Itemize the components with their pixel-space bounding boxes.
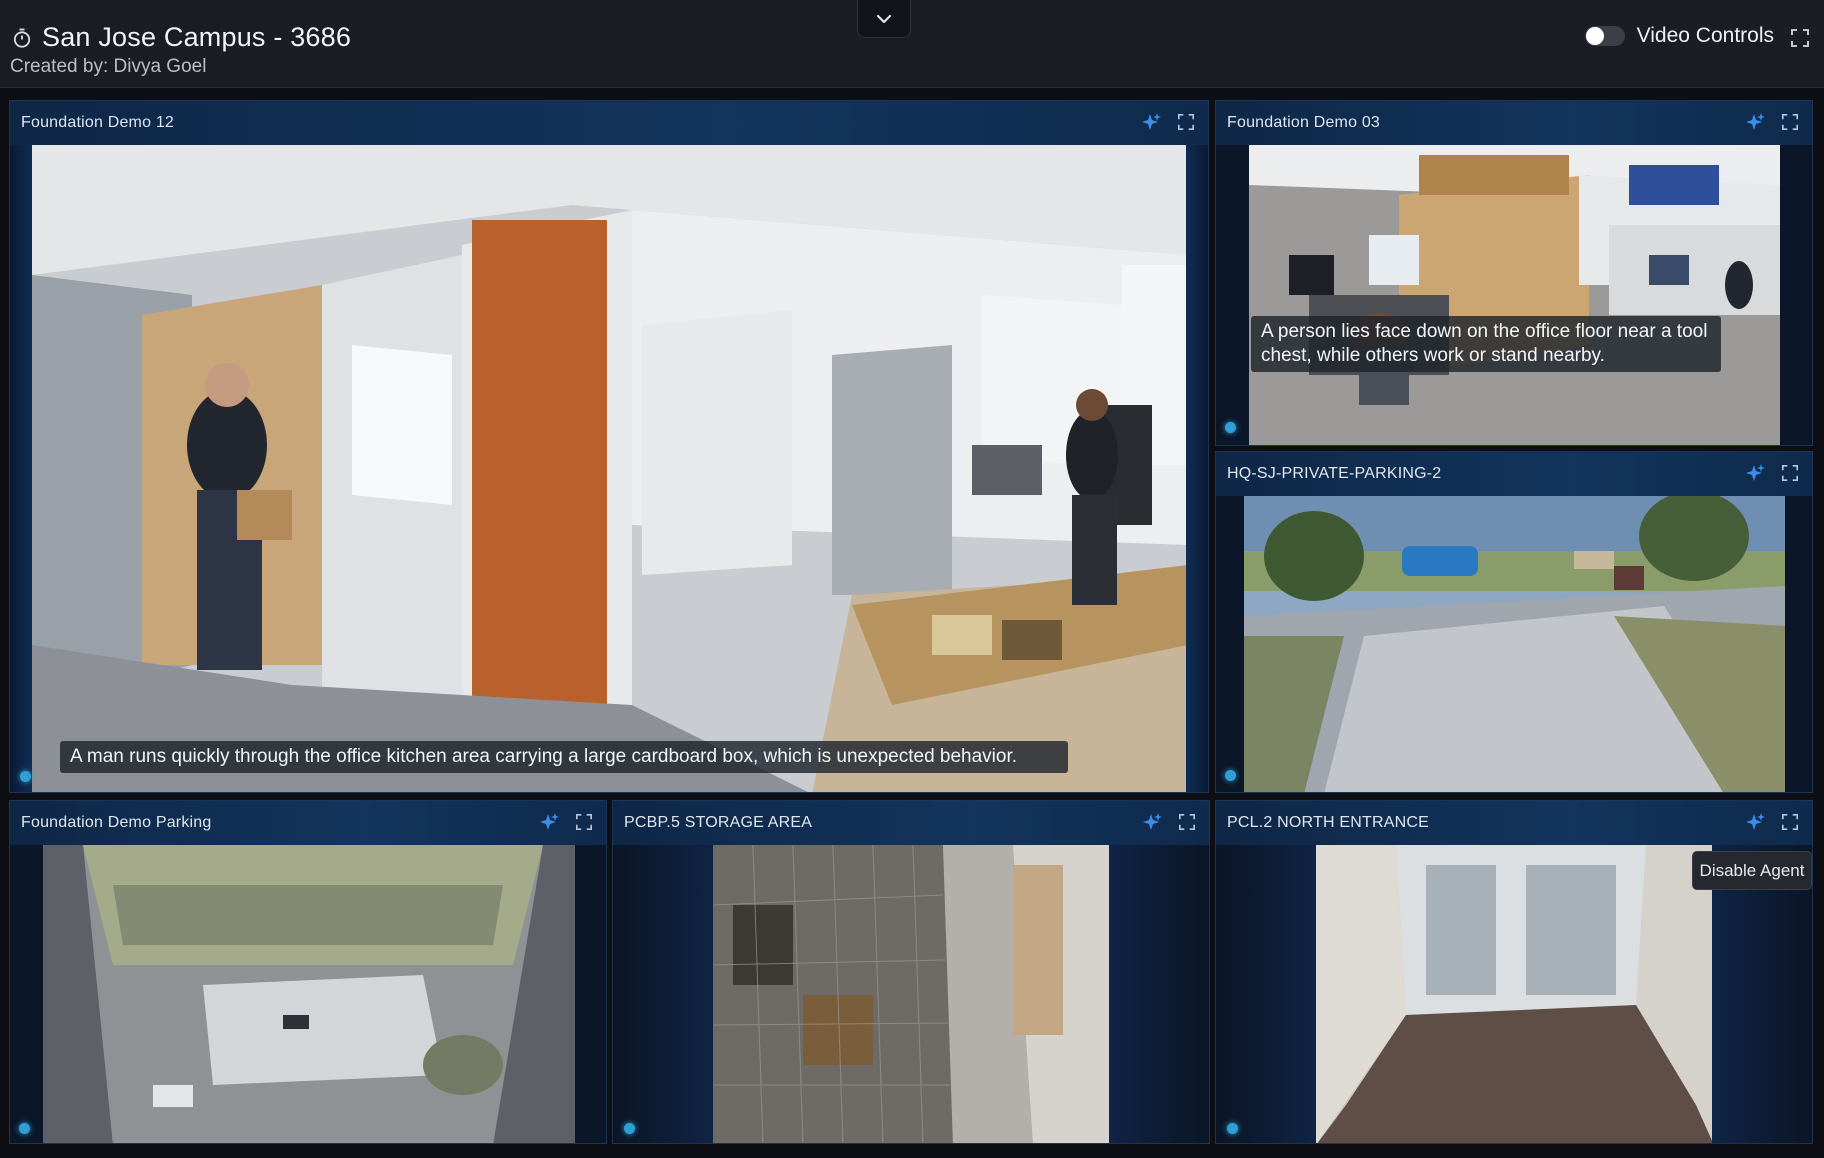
- ai-caption: A person lies face down on the office fl…: [1251, 316, 1721, 372]
- camera-name: HQ-SJ-PRIVATE-PARKING-2: [1227, 465, 1442, 482]
- fullscreen-icon[interactable]: [1790, 28, 1810, 48]
- panel-edge: [613, 845, 713, 1143]
- panel-header: PCL.2 NORTH ENTRANCE: [1216, 801, 1812, 845]
- created-by-label: Created by: Divya Goel: [10, 56, 207, 77]
- office-kitchen-scene: [32, 145, 1188, 792]
- chevron-down-icon: [876, 14, 892, 23]
- panel-header: HQ-SJ-PRIVATE-PARKING-2: [1216, 452, 1812, 496]
- panel-header: Foundation Demo Parking: [10, 801, 606, 845]
- camera-name: Foundation Demo Parking: [21, 814, 212, 831]
- office-floor-scene: [1249, 145, 1780, 445]
- camera-panel-foundation-demo-03[interactable]: Foundation Demo 03 A person lies face do…: [1215, 100, 1813, 446]
- fullscreen-icon[interactable]: [1176, 112, 1196, 132]
- panel-header: Foundation Demo 03: [1216, 101, 1812, 145]
- live-indicator: [624, 1123, 635, 1134]
- video-controls-label: Video Controls: [1636, 24, 1774, 47]
- collapse-header-button[interactable]: [857, 0, 911, 38]
- panel-header: PCBP.5 STORAGE AREA: [613, 801, 1209, 845]
- camera-feed[interactable]: [1316, 845, 1714, 1143]
- camera-name: PCL.2 NORTH ENTRANCE: [1227, 814, 1429, 831]
- entrance-lobby-scene: [1316, 845, 1714, 1143]
- ai-caption: A man runs quickly through the office ki…: [60, 741, 1068, 773]
- title-row: San Jose Campus - 3686: [12, 22, 351, 53]
- dashboard-header: San Jose Campus - 3686 Created by: Divya…: [0, 0, 1824, 88]
- ai-agent-icon[interactable]: [1142, 112, 1162, 132]
- camera-panel-foundation-demo-12[interactable]: Foundation Demo 12 A man runs quickly th…: [9, 100, 1209, 793]
- camera-name: Foundation Demo 12: [21, 114, 175, 131]
- camera-feed[interactable]: [713, 845, 1111, 1143]
- fullscreen-icon[interactable]: [1780, 812, 1800, 832]
- panel-edge: [1216, 845, 1316, 1143]
- camera-panel-pcbp5-storage-area[interactable]: PCBP.5 STORAGE AREA: [612, 800, 1210, 1144]
- toggle-knob: [1585, 27, 1604, 45]
- parking-driveway-scene: [1244, 496, 1785, 792]
- live-indicator: [1225, 770, 1236, 781]
- ai-agent-icon[interactable]: [1746, 463, 1766, 483]
- live-indicator: [20, 771, 31, 782]
- panel-edge: [1186, 145, 1208, 792]
- camera-name: Foundation Demo 03: [1227, 114, 1381, 131]
- panel-edge: [1109, 845, 1209, 1143]
- stopwatch-icon: [12, 27, 32, 49]
- camera-feed[interactable]: [43, 845, 575, 1143]
- video-controls: Video Controls: [1584, 24, 1774, 48]
- camera-feed[interactable]: [1249, 145, 1780, 445]
- live-indicator: [1227, 1123, 1238, 1134]
- page-title: San Jose Campus - 3686: [42, 22, 352, 52]
- fullscreen-icon[interactable]: [574, 812, 594, 832]
- fullscreen-icon[interactable]: [1177, 812, 1197, 832]
- ai-agent-icon[interactable]: [1143, 812, 1163, 832]
- storage-cage-scene: [713, 845, 1111, 1143]
- disable-agent-tooltip: Disable Agent: [1692, 851, 1812, 890]
- camera-panel-hq-sj-private-parking-2[interactable]: HQ-SJ-PRIVATE-PARKING-2: [1215, 451, 1813, 793]
- parking-lot-aerial-scene: [43, 845, 575, 1143]
- panel-edge: [10, 145, 32, 792]
- fullscreen-icon[interactable]: [1780, 463, 1800, 483]
- live-indicator: [19, 1123, 30, 1134]
- camera-feed[interactable]: [32, 145, 1188, 792]
- ai-agent-icon[interactable]: [540, 812, 560, 832]
- live-indicator: [1225, 422, 1236, 433]
- camera-name: PCBP.5 STORAGE AREA: [624, 814, 813, 831]
- ai-agent-icon[interactable]: [1746, 812, 1766, 832]
- ai-agent-icon[interactable]: [1746, 112, 1766, 132]
- fullscreen-icon[interactable]: [1780, 112, 1800, 132]
- camera-panel-foundation-demo-parking[interactable]: Foundation Demo Parking: [9, 800, 607, 1144]
- panel-header: Foundation Demo 12: [10, 101, 1208, 145]
- video-controls-toggle[interactable]: [1584, 26, 1625, 46]
- camera-feed[interactable]: [1244, 496, 1785, 792]
